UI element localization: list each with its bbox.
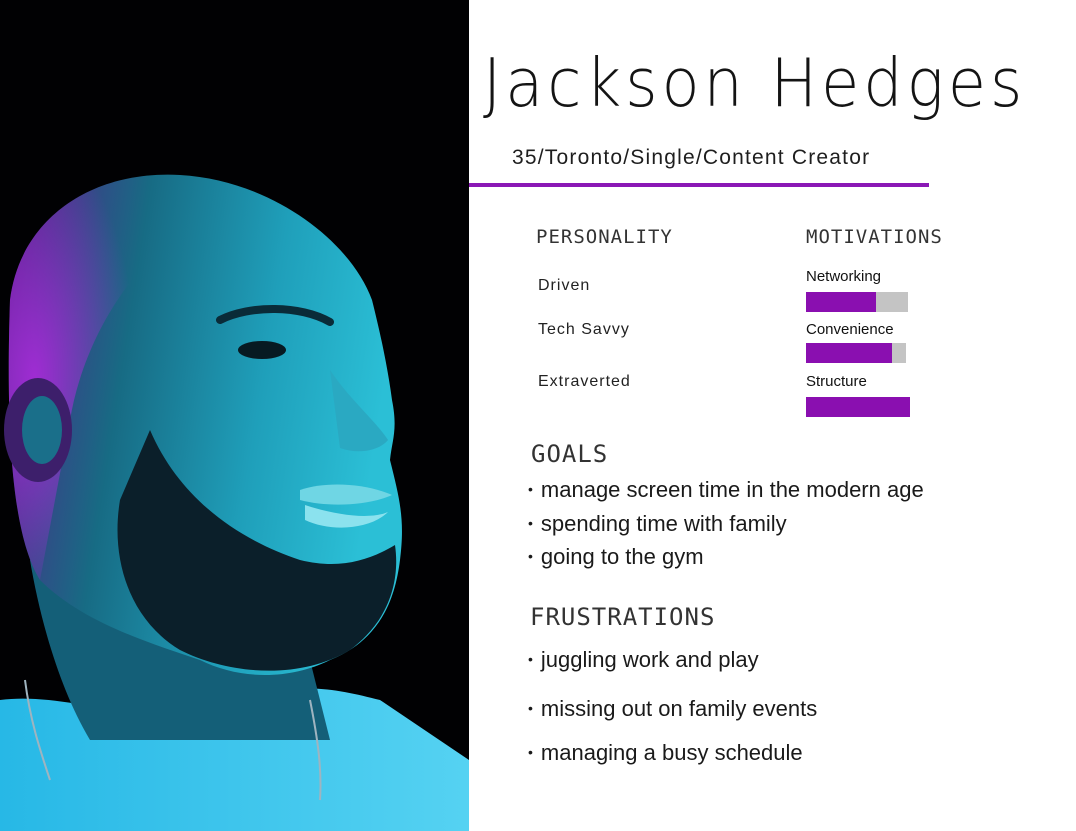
bullet-icon: • — [528, 548, 533, 564]
goal-text: spending time with family — [540, 511, 787, 536]
bullet-icon: • — [528, 744, 533, 760]
personality-trait: Driven — [538, 277, 591, 294]
frustration-item: • managing a busy schedule — [528, 740, 803, 766]
goals-heading: GOALS — [531, 440, 609, 468]
motivation-label: Structure — [806, 373, 867, 390]
bullet-icon: • — [528, 700, 533, 716]
frustrations-heading: FRUSTRATIONS — [530, 603, 716, 631]
goal-item: • spending time with family — [528, 511, 787, 537]
frustration-text: missing out on family events — [540, 696, 818, 721]
portrait-photo — [0, 0, 469, 831]
frustration-item: • juggling work and play — [528, 647, 759, 673]
frustration-text: juggling work and play — [540, 647, 759, 672]
goal-item: • going to the gym — [528, 544, 704, 570]
motivation-bar — [806, 397, 910, 417]
personality-trait: Extraverted — [538, 373, 631, 390]
motivations-heading: MOTIVATIONS — [806, 226, 943, 248]
accent-divider — [469, 183, 929, 187]
goal-text: manage screen time in the modern age — [540, 477, 924, 502]
motivation-label: Convenience — [806, 321, 894, 338]
goal-item: • manage screen time in the modern age — [528, 477, 924, 503]
bullet-icon: • — [528, 515, 533, 531]
portrait-illustration — [0, 0, 469, 831]
personality-trait: Tech Savvy — [538, 321, 630, 338]
motivation-bar-fill — [806, 292, 877, 312]
goal-text: going to the gym — [540, 544, 704, 569]
motivation-bar-fill — [806, 397, 910, 417]
motivation-bar-fill — [806, 343, 892, 363]
motivation-bar — [806, 292, 908, 312]
frustration-item: • missing out on family events — [528, 696, 817, 722]
frustration-text: managing a busy schedule — [540, 740, 803, 765]
bullet-icon: • — [528, 481, 533, 497]
persona-subtitle: 35/Toronto/Single/Content Creator — [512, 146, 871, 169]
motivation-bar — [806, 343, 906, 363]
motivation-label: Networking — [806, 268, 882, 285]
personality-heading: PERSONALITY — [536, 226, 673, 248]
bullet-icon: • — [528, 651, 533, 667]
persona-name: Jackson Hedges — [483, 43, 1027, 123]
